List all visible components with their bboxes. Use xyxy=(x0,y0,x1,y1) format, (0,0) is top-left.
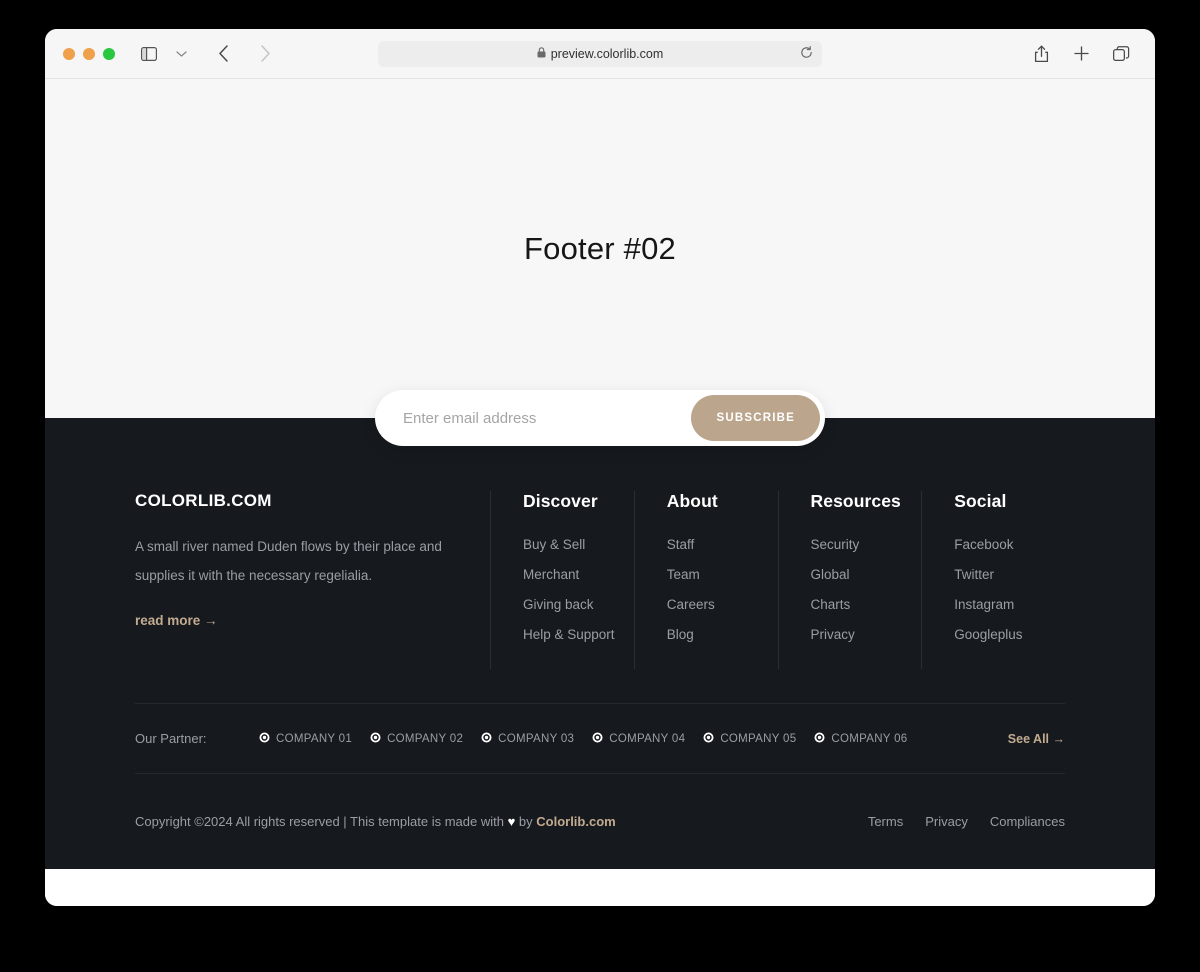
partner-item[interactable]: COMPANY 04 xyxy=(592,730,685,748)
lock-icon xyxy=(537,46,546,61)
partner-name: COMPANY 03 xyxy=(498,732,575,745)
partners-list: COMPANY 01 COMPANY 02 COMPANY 03 COMPANY… xyxy=(259,730,1008,748)
close-window-button[interactable] xyxy=(63,47,75,60)
footer-link[interactable]: Buy & Sell xyxy=(523,537,634,552)
minimize-window-button[interactable] xyxy=(83,47,95,60)
footer-link[interactable]: Instagram xyxy=(954,597,1065,612)
footer-column-resources: Resources Security Global Charts Privacy xyxy=(777,491,922,669)
tab-overview-icon[interactable] xyxy=(1107,40,1135,68)
target-icon xyxy=(703,730,714,748)
address-bar-text: preview.colorlib.com xyxy=(550,46,664,61)
brand-description: A small river named Duden flows by their… xyxy=(135,539,442,583)
footer-link[interactable]: Googleplus xyxy=(954,627,1065,642)
subscribe-section: SUBSCRIBE xyxy=(375,390,825,446)
navigation-controls xyxy=(135,40,279,68)
back-arrow-icon[interactable] xyxy=(209,40,237,68)
copyright-text: Copyright ©2024 All rights reserved | Th… xyxy=(135,814,616,829)
copyright-middle: by xyxy=(515,814,537,829)
brand-name: COLORLIB.COM xyxy=(135,491,272,510)
footer-link[interactable]: Twitter xyxy=(954,567,1065,582)
toolbar-right-icons xyxy=(1027,40,1135,68)
footer-link[interactable]: Global xyxy=(811,567,922,582)
legal-links: Terms Privacy Compliances xyxy=(868,814,1065,829)
page-bottom-strip xyxy=(45,869,1155,893)
footer-column-about: About Staff Team Careers Blog xyxy=(633,491,778,669)
colorlib-link[interactable]: Colorlib.com xyxy=(536,814,615,829)
target-icon xyxy=(592,730,603,748)
hero-section: Footer #02 xyxy=(45,79,1155,418)
footer-column-discover: Discover Buy & Sell Merchant Giving back… xyxy=(490,491,634,669)
partner-name: COMPANY 02 xyxy=(387,732,464,745)
maximize-window-button[interactable] xyxy=(103,47,115,60)
target-icon xyxy=(814,730,825,748)
footer-link[interactable]: Giving back xyxy=(523,597,634,612)
window-controls xyxy=(63,47,115,60)
column-title: About xyxy=(666,491,718,511)
column-title: Discover xyxy=(523,491,598,511)
partner-name: COMPANY 05 xyxy=(720,732,797,745)
footer-top-row: COLORLIB.COM A small river named Duden f… xyxy=(135,491,1065,669)
address-bar-container: preview.colorlib.com xyxy=(378,40,822,67)
legal-link-privacy[interactable]: Privacy xyxy=(925,814,968,829)
sidebar-toggle-icon[interactable] xyxy=(135,40,163,68)
partner-item[interactable]: COMPANY 06 xyxy=(814,730,907,748)
footer-link[interactable]: Charts xyxy=(811,597,922,612)
partner-item[interactable]: COMPANY 03 xyxy=(481,730,574,748)
footer-link[interactable]: Merchant xyxy=(523,567,634,582)
partners-label: Our Partner: xyxy=(135,731,207,746)
footer-link[interactable]: Team xyxy=(667,567,778,582)
partner-name: COMPANY 04 xyxy=(609,732,686,745)
browser-titlebar: preview.colorlib.com xyxy=(45,29,1155,79)
column-title: Resources xyxy=(810,491,901,511)
column-title: Social xyxy=(954,491,1007,511)
footer-column-social: Social Facebook Twitter Instagram Google… xyxy=(921,491,1065,669)
partner-item[interactable]: COMPANY 02 xyxy=(370,730,463,748)
footer-content: COLORLIB.COM A small river named Duden f… xyxy=(45,419,1155,869)
chevron-down-icon[interactable] xyxy=(167,40,195,68)
forward-arrow-icon xyxy=(251,40,279,68)
copyright-row: Copyright ©2024 All rights reserved | Th… xyxy=(135,773,1065,869)
partner-name: COMPANY 06 xyxy=(831,732,908,745)
footer-link-columns: Discover Buy & Sell Merchant Giving back… xyxy=(490,491,1065,669)
partner-item[interactable]: COMPANY 01 xyxy=(259,730,352,748)
footer-link[interactable]: Blog xyxy=(667,627,778,642)
footer-link[interactable]: Privacy xyxy=(811,627,922,642)
partner-item[interactable]: COMPANY 05 xyxy=(703,730,796,748)
target-icon xyxy=(370,730,381,748)
footer-link[interactable]: Facebook xyxy=(954,537,1065,552)
subscribe-form: SUBSCRIBE xyxy=(375,390,825,446)
browser-window: preview.colorlib.com Footer #02 Enter em… xyxy=(45,29,1155,906)
see-all-link[interactable]: See All → xyxy=(1008,732,1065,746)
partner-name: COMPANY 01 xyxy=(276,732,353,745)
footer-link[interactable]: Help & Support xyxy=(523,627,634,642)
footer-link[interactable]: Security xyxy=(811,537,922,552)
legal-link-compliances[interactable]: Compliances xyxy=(990,814,1065,829)
footer-link[interactable]: Careers xyxy=(667,597,778,612)
target-icon xyxy=(481,730,492,748)
desktop-background: preview.colorlib.com Footer #02 Enter em… xyxy=(0,0,1200,972)
legal-link-terms[interactable]: Terms xyxy=(868,814,903,829)
copyright-prefix: Copyright ©2024 All rights reserved | Th… xyxy=(135,814,508,829)
page-title: Footer #02 xyxy=(524,230,676,266)
plus-icon[interactable] xyxy=(1067,40,1095,68)
page-content: Footer #02 SUBSCRIBE COLORLIB.COM A smal… xyxy=(45,79,1155,906)
site-footer: SUBSCRIBE COLORLIB.COM A small river nam… xyxy=(45,390,1155,869)
footer-link[interactable]: Staff xyxy=(667,537,778,552)
target-icon xyxy=(259,730,270,748)
read-more-link[interactable]: read more → xyxy=(135,613,218,628)
share-icon[interactable] xyxy=(1027,40,1055,68)
email-input[interactable] xyxy=(403,390,692,446)
partners-row: Our Partner: COMPANY 01 COMPANY 02 COMPA… xyxy=(135,703,1065,773)
address-bar[interactable]: preview.colorlib.com xyxy=(378,40,822,67)
subscribe-button[interactable]: SUBSCRIBE xyxy=(691,395,820,441)
reload-icon[interactable] xyxy=(800,45,813,62)
brand-column: COLORLIB.COM A small river named Duden f… xyxy=(135,491,490,669)
